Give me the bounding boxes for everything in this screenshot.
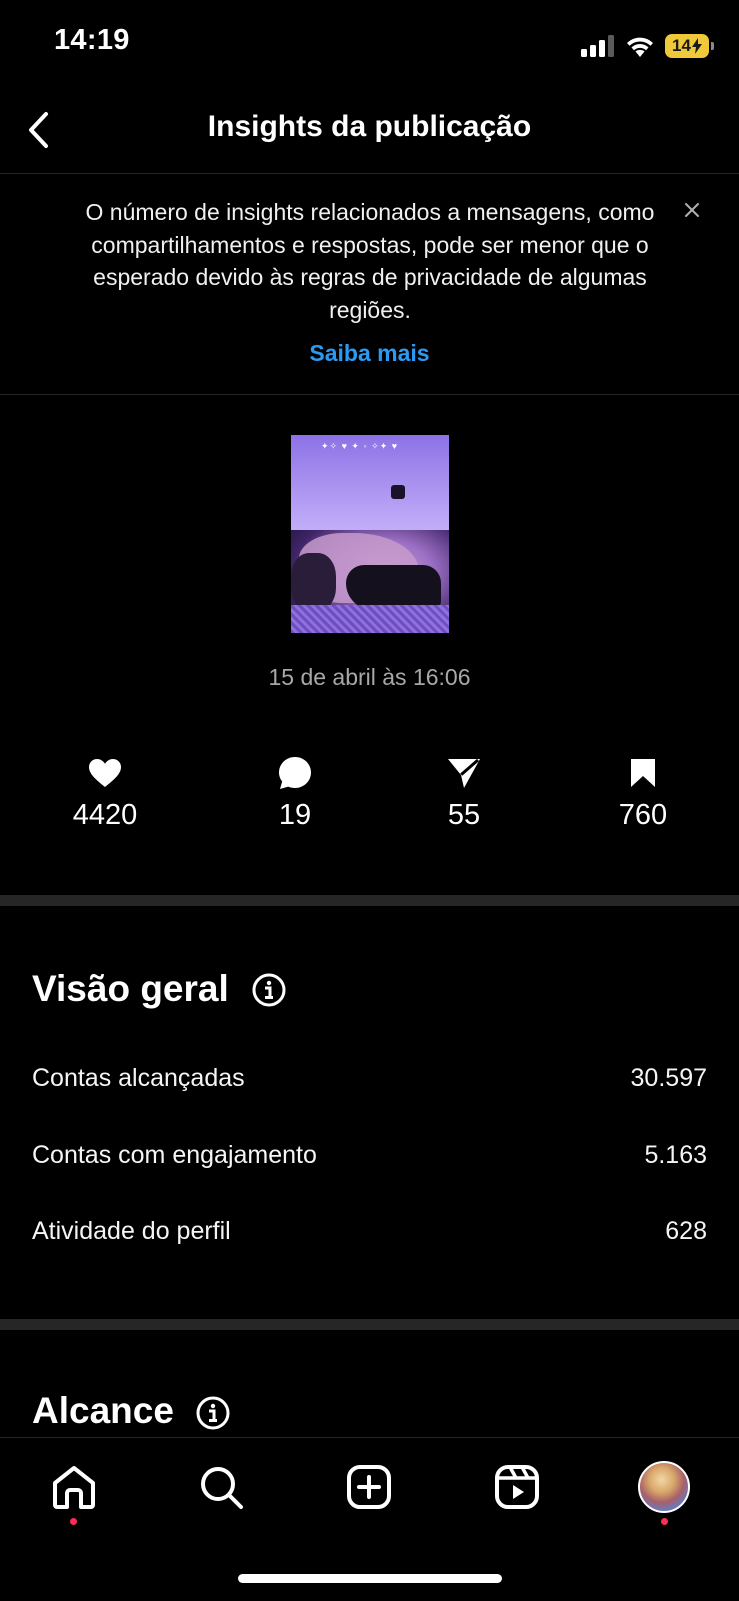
reach-title: Alcance — [32, 1390, 174, 1431]
overview-title: Visão geral — [32, 968, 229, 1009]
tab-search[interactable] — [191, 1457, 251, 1517]
learn-more-link[interactable]: Saiba mais — [0, 340, 739, 367]
reach-info-icon[interactable] — [196, 1396, 230, 1430]
avatar — [638, 1461, 690, 1513]
charging-bolt-icon — [691, 38, 702, 54]
home-icon — [53, 1466, 95, 1509]
accounts-reached-value: 30.597 — [630, 1064, 707, 1092]
header-divider — [0, 173, 739, 174]
send-icon — [448, 758, 480, 788]
heart-icon — [89, 759, 121, 787]
saves-stat: 760 — [563, 755, 723, 832]
thumbnail-lamp — [391, 485, 405, 499]
wifi-icon — [627, 37, 653, 57]
close-notice-button[interactable] — [674, 192, 710, 228]
accounts-engaged-label: Contas com engajamento — [32, 1141, 317, 1169]
saves-count: 760 — [618, 799, 668, 831]
tab-home[interactable] — [44, 1457, 104, 1517]
comments-stat: 19 — [215, 755, 375, 832]
accounts-engaged-value: 5.163 — [644, 1141, 707, 1169]
comment-icon — [279, 757, 311, 789]
section-divider-2 — [0, 1319, 739, 1330]
likes-count: 4420 — [72, 799, 138, 831]
home-notification-dot — [70, 1518, 77, 1525]
profile-notification-dot — [661, 1518, 668, 1525]
thumbnail-bedsheet — [291, 605, 449, 633]
privacy-notice-text: O número de insights relacionados a mens… — [85, 199, 655, 323]
shares-count: 55 — [447, 799, 481, 831]
bookmark-icon — [631, 759, 655, 787]
add-post-icon — [347, 1465, 391, 1509]
status-time: 14:19 — [54, 24, 130, 56]
thumbnail-clothing — [346, 565, 441, 610]
notice-divider — [0, 394, 739, 395]
profile-activity-label: Atividade do perfil — [32, 1217, 231, 1245]
post-date: 15 de abril às 16:06 — [268, 664, 471, 690]
profile-activity-value: 628 — [665, 1217, 707, 1245]
accounts-reached-label: Contas alcançadas — [32, 1064, 245, 1092]
tab-create[interactable] — [339, 1457, 399, 1517]
post-thumbnail[interactable]: ✦✧ ♥ ✦ ◦ ✧✦ ♥ — [291, 435, 449, 633]
tab-reels[interactable] — [487, 1457, 547, 1517]
overview-info-icon[interactable] — [252, 973, 286, 1007]
tab-profile[interactable] — [634, 1457, 694, 1517]
status-icons: 14 — [581, 32, 714, 60]
thumbnail-hair — [291, 553, 336, 611]
comments-count: 19 — [278, 799, 312, 831]
likes-stat: 4420 — [25, 755, 185, 832]
section-divider — [0, 895, 739, 906]
cellular-signal-icon — [581, 35, 614, 57]
battery-level: 14 — [672, 36, 691, 55]
reels-icon — [495, 1465, 539, 1509]
thumbnail-emoji-overlay: ✦✧ ♥ ✦ ◦ ✧✦ ♥ — [321, 441, 399, 451]
shares-stat: 55 — [384, 755, 544, 832]
close-icon — [685, 203, 699, 217]
battery-icon: 14 — [665, 34, 714, 58]
page-title: Insights da publicação — [207, 110, 532, 143]
search-icon — [201, 1467, 243, 1509]
home-indicator — [238, 1574, 502, 1583]
